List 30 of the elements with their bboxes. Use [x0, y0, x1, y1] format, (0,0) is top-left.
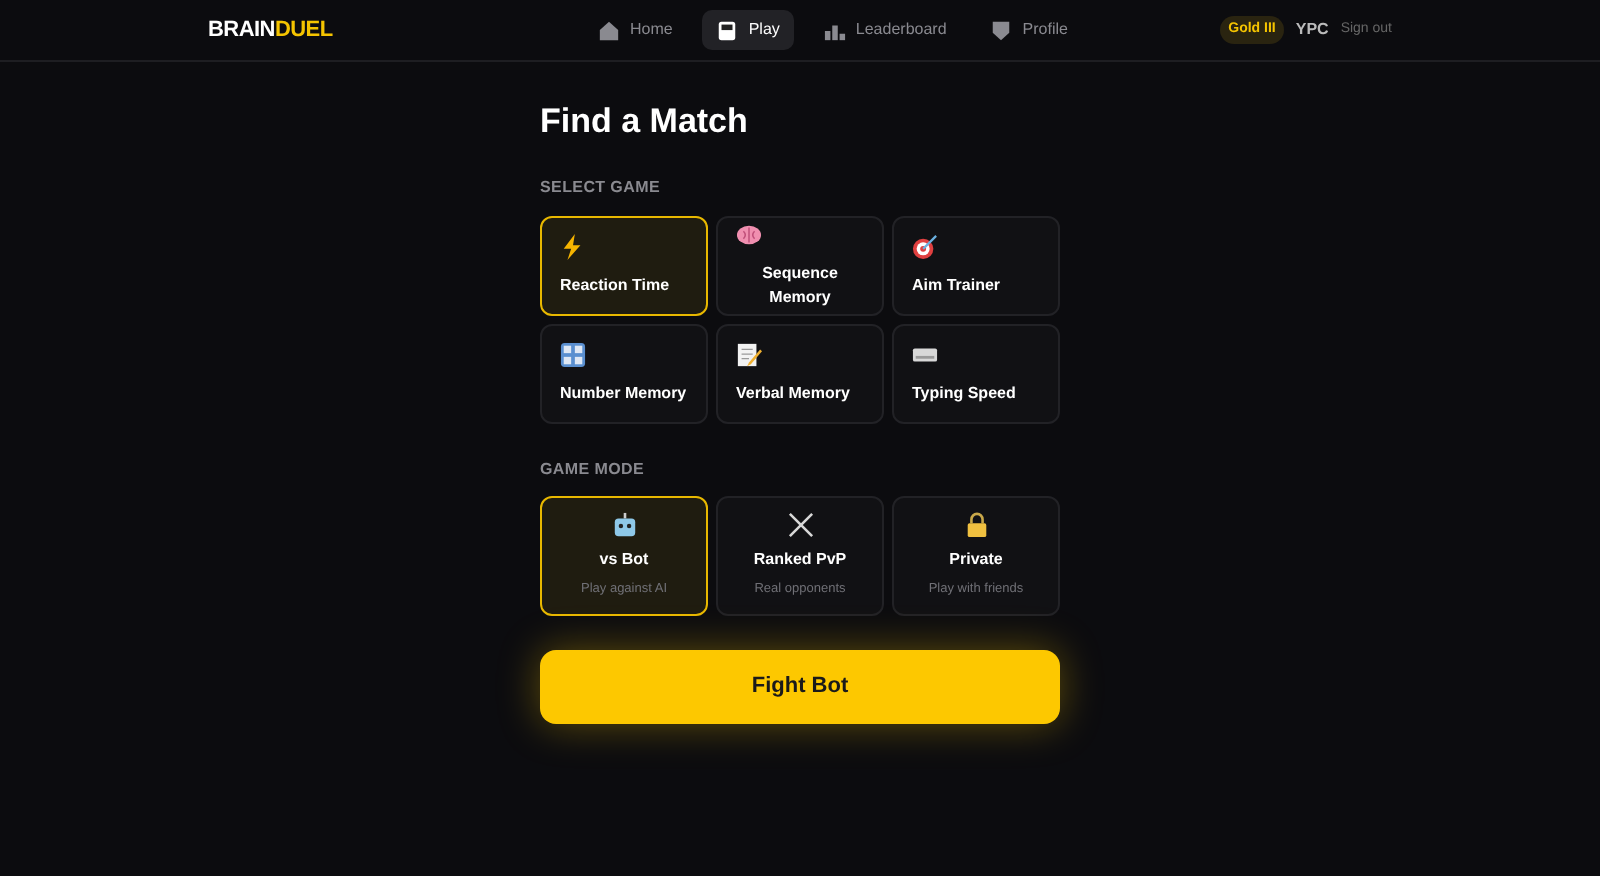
- nav-tab[interactable]: Leaderboard: [809, 10, 961, 50]
- shield-icon: [990, 19, 1013, 41]
- robot-icon: [611, 512, 637, 539]
- padlock-icon: [963, 512, 989, 539]
- brain-icon: [736, 222, 762, 248]
- number-tile-icon: [560, 342, 586, 368]
- game-card[interactable]: Typing Speed: [892, 324, 1060, 424]
- crossed-swords-icon: [787, 512, 813, 539]
- mode-label: vs Bot: [599, 548, 649, 573]
- username: YPC: [1295, 18, 1329, 42]
- house-icon: [598, 19, 620, 41]
- nav-tab[interactable]: Profile: [976, 10, 1082, 50]
- section-heading: SELECT GAME: [540, 176, 662, 200]
- mode-label: Private: [949, 548, 1003, 573]
- section-heading: GAME MODE: [540, 458, 647, 482]
- game-card[interactable]: Reaction Time: [540, 216, 708, 316]
- page-title: Find a Match: [540, 102, 750, 142]
- logo[interactable]: BRAINDUEL: [208, 13, 448, 47]
- nav-tab[interactable]: Home: [584, 10, 687, 50]
- nav-tab[interactable]: Play: [702, 10, 794, 50]
- target-icon: [912, 234, 938, 260]
- game-card[interactable]: Verbal Memory: [716, 324, 884, 424]
- fight-button[interactable]: Fight Bot: [540, 650, 1060, 724]
- lightning-icon: [560, 234, 586, 260]
- game-card[interactable]: Sequence Memory: [716, 216, 884, 316]
- notepad-pencil-icon: [736, 342, 762, 368]
- gamepad-icon: [716, 19, 739, 41]
- game-card[interactable]: Aim Trainer: [892, 216, 1060, 316]
- game-card[interactable]: Number Memory: [540, 324, 708, 424]
- mode-label: Ranked PvP: [753, 548, 847, 573]
